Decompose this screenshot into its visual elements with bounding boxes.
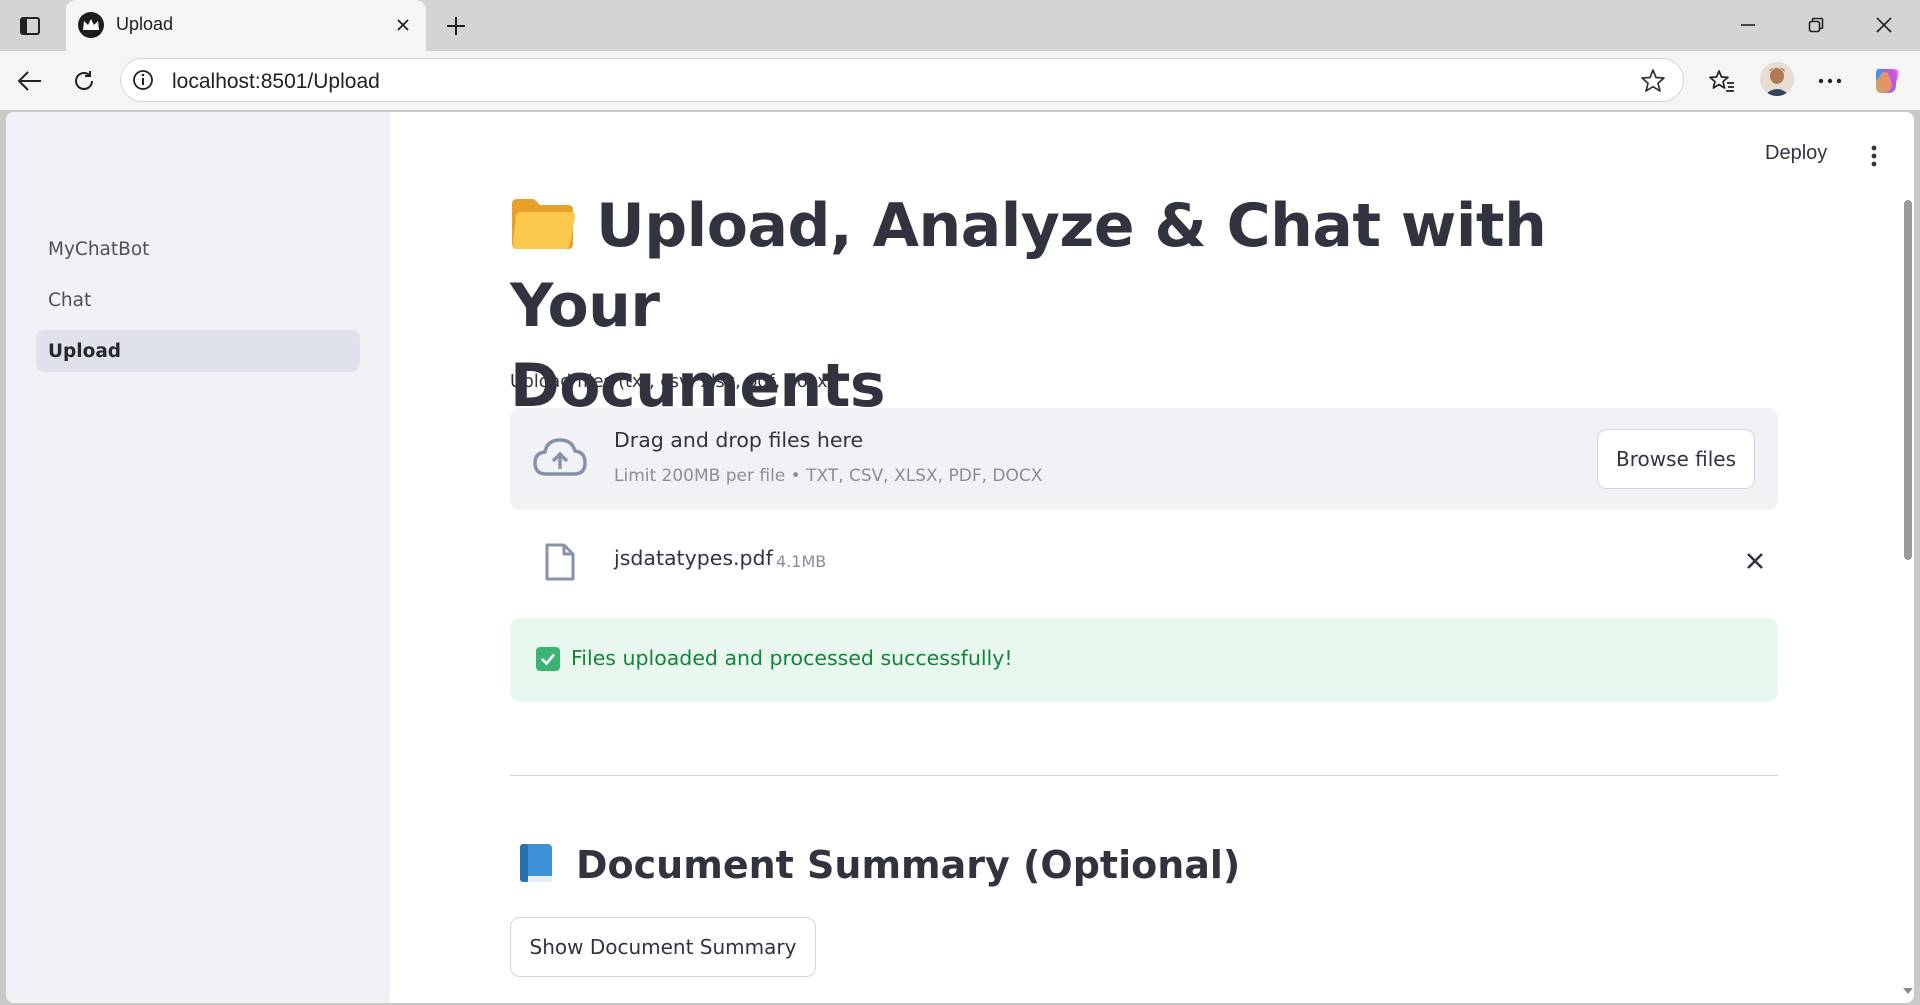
dropzone-title: Drag and drop files here (614, 428, 864, 452)
reload-icon[interactable] (66, 63, 102, 99)
sidebar-item-label: Upload (48, 340, 122, 362)
browser-nav-bar: localhost:8501/Upload (0, 51, 1920, 110)
page-title-line1: Upload, Analyze & Chat with Your (510, 191, 1547, 341)
remove-file-icon[interactable] (1742, 548, 1768, 574)
success-alert: Files uploaded and processed successfull… (510, 618, 1778, 702)
folder-icon (510, 192, 576, 249)
sidebar-item-mychatbot[interactable]: MyChatBot (36, 228, 360, 270)
restore-icon[interactable] (1792, 8, 1840, 42)
minimize-icon[interactable] (1724, 8, 1772, 42)
divider (510, 775, 1778, 776)
sidebar-item-chat[interactable]: Chat (36, 279, 360, 321)
sidebar: MyChatBot Chat Upload (6, 112, 390, 1003)
copilot-icon[interactable] (1868, 63, 1904, 99)
more-options-icon[interactable] (1812, 63, 1848, 99)
uploaded-file-row: jsdatatypes.pdf 4.1MB (510, 532, 1778, 592)
address-bar[interactable]: localhost:8501/Upload (120, 58, 1684, 102)
file-size: 4.1MB (776, 552, 827, 571)
close-window-icon[interactable] (1860, 8, 1908, 42)
browser-tab-bar: Upload (0, 0, 1920, 51)
cloud-upload-icon (532, 436, 588, 480)
sidebar-item-label: MyChatBot (48, 238, 150, 260)
dropzone-limit: Limit 200MB per file • TXT, CSV, XLSX, P… (614, 466, 1043, 486)
file-icon (544, 542, 576, 582)
main-menu-icon[interactable] (1864, 142, 1884, 170)
scroll-down-arrow-icon[interactable] (1901, 984, 1914, 998)
main-content: Deploy Upload, Analyze & Chat with Your … (390, 112, 1914, 1003)
sidebar-item-label: Chat (48, 289, 92, 311)
profile-avatar[interactable] (1760, 62, 1794, 96)
site-info-icon[interactable] (131, 68, 155, 92)
summary-heading-text: Document Summary (Optional) (576, 843, 1241, 887)
summary-heading: Document Summary (Optional) (510, 840, 1240, 890)
streamlit-app: MyChatBot Chat Upload Deploy Upload, Ana… (6, 112, 1914, 1003)
favorite-star-icon[interactable] (1639, 67, 1667, 95)
streamlit-crown-icon (78, 12, 104, 38)
back-arrow-icon[interactable] (12, 63, 48, 99)
browse-files-button[interactable]: Browse files (1597, 429, 1755, 489)
file-uploader-label: Upload files (txt, csv, xlsx, pdf, docx) (510, 372, 835, 392)
success-message: Files uploaded and processed successfull… (571, 646, 1013, 670)
deploy-button[interactable]: Deploy (1765, 142, 1827, 165)
file-name: jsdatatypes.pdf (614, 546, 773, 570)
check-mark-icon (536, 647, 560, 671)
new-tab-plus-icon[interactable] (440, 10, 472, 42)
close-tab-icon[interactable] (392, 14, 414, 36)
file-dropzone[interactable]: Drag and drop files here Limit 200MB per… (510, 408, 1778, 510)
show-summary-button[interactable]: Show Document Summary (510, 917, 816, 977)
sidebar-item-upload[interactable]: Upload (36, 330, 360, 372)
favorites-list-icon[interactable] (1704, 63, 1740, 99)
scrollbar-thumb[interactable] (1904, 200, 1912, 560)
tab-title: Upload (116, 14, 174, 34)
blue-book-icon (518, 842, 554, 884)
tab-actions-icon[interactable] (16, 12, 44, 40)
browser-tab-active[interactable]: Upload (66, 0, 426, 51)
url-text[interactable]: localhost:8501/Upload (172, 70, 380, 94)
